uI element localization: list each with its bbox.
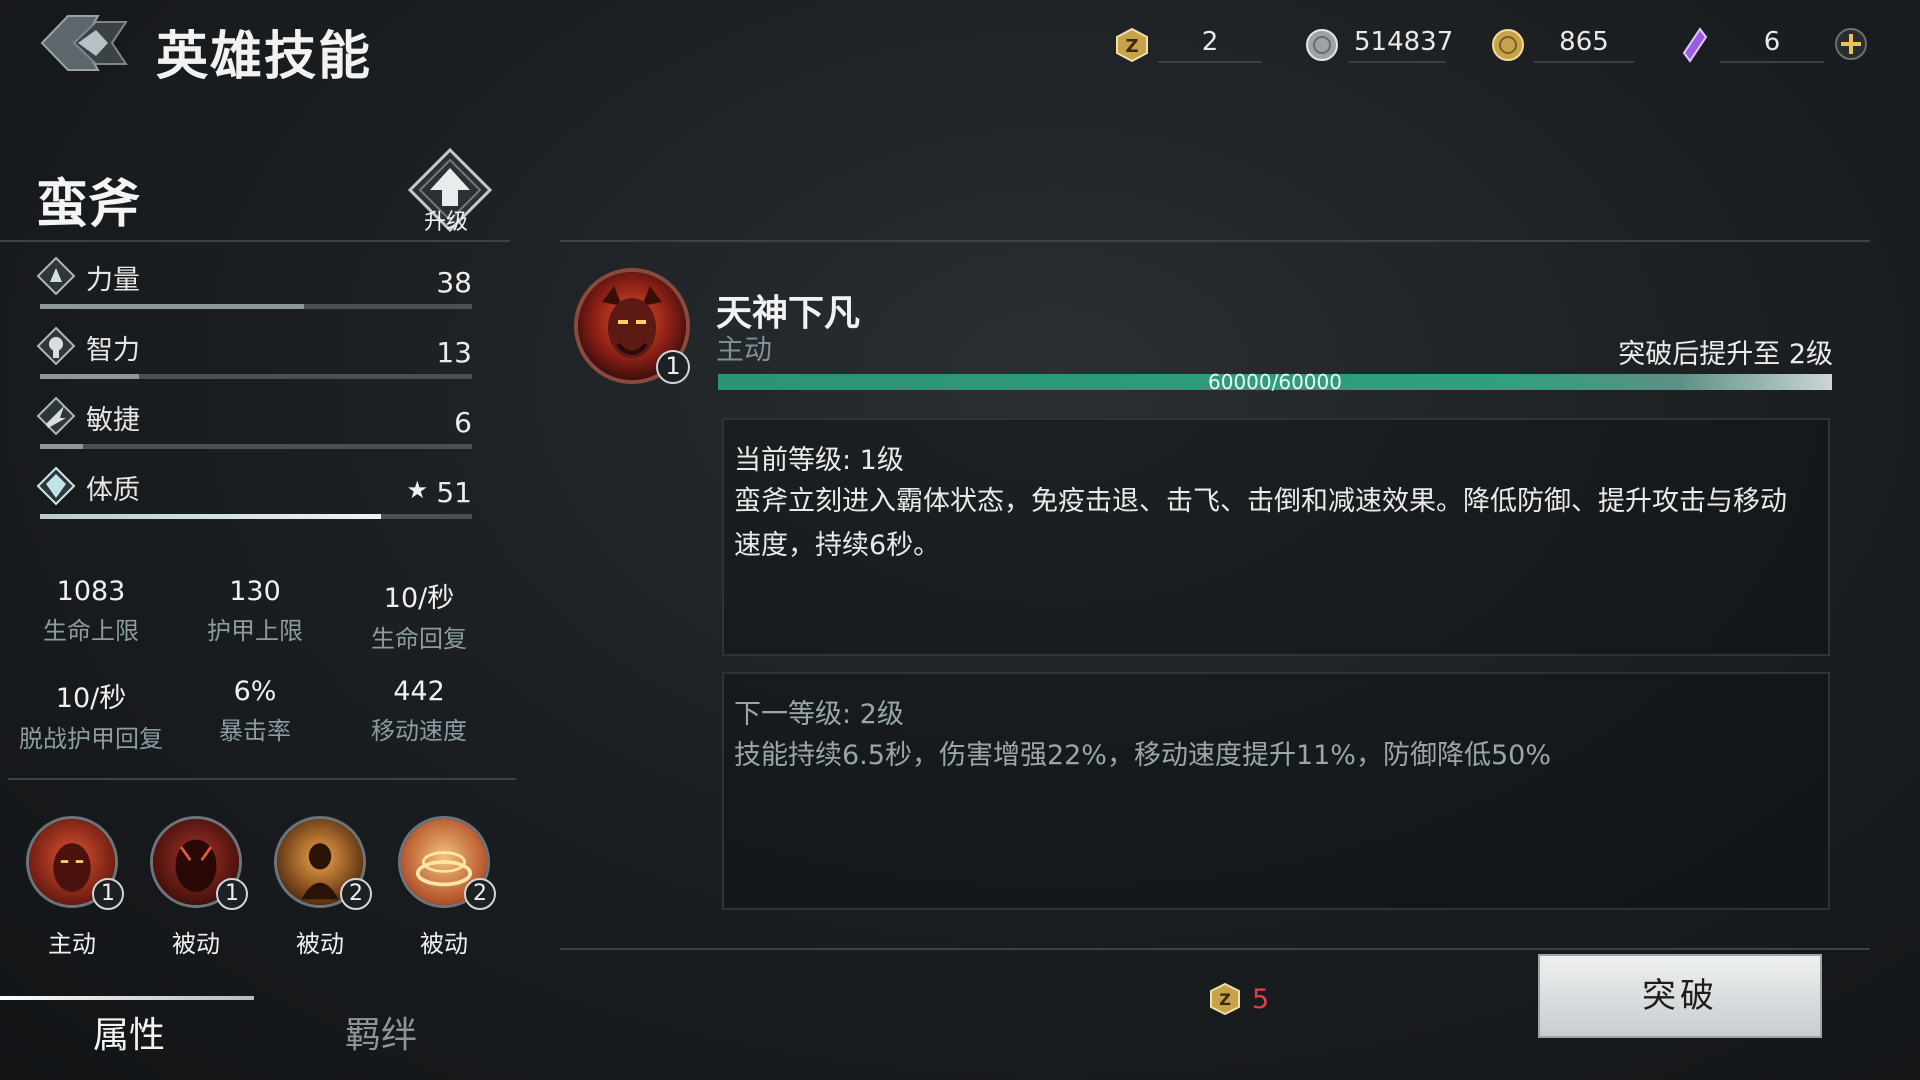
constitution-icon [36, 466, 76, 506]
stat-name: 力量 [86, 265, 140, 296]
stat-row: 力量 38 [36, 252, 472, 312]
attribute-value: 10/秒 [383, 583, 455, 614]
stat-bar-fill [40, 374, 140, 379]
breakthrough-button[interactable]: 突破 [1538, 954, 1822, 1038]
tab-bonds[interactable]: 羁绊 [256, 1006, 506, 1058]
skill-level-badge: 1 [656, 350, 690, 384]
stat-row: 体质 ★ 51 [36, 462, 472, 522]
stat-value: 51 [436, 476, 472, 509]
purple-crystal-icon [1676, 27, 1712, 63]
stat-bar-fill [40, 304, 304, 309]
next-level-panel: 下一等级: 2级 技能持续6.5秒，伤害增强22%，移动速度提升11%，防御降低… [722, 672, 1830, 910]
stat-value: 38 [436, 266, 472, 299]
add-currency-button[interactable] [1834, 27, 1868, 61]
skill-slot[interactable]: 2 被动 [394, 816, 496, 958]
hero-name: 蛮斧 [36, 175, 141, 235]
z-token-icon: Z [1114, 27, 1150, 63]
attribute-value: 10/秒 [55, 683, 127, 714]
upgrade-label: 升级 [424, 210, 469, 235]
promote-hint: 突破后提升至 2级 [1618, 339, 1833, 370]
intelligence-icon [36, 326, 76, 366]
skill-level-badge: 1 [92, 878, 124, 910]
skill-type-label: 被动 [420, 930, 468, 958]
stat-value: 6 [454, 406, 472, 439]
currency-value: 865 [1534, 27, 1634, 63]
attribute-item: 130 护甲上限 [180, 576, 330, 646]
stat-bar [40, 304, 472, 309]
divider [8, 778, 516, 780]
svg-text:Z: Z [1219, 990, 1231, 1009]
currency-z-token: Z 2 [1114, 24, 1262, 66]
strength-icon [36, 256, 76, 296]
skill-type-label: 被动 [172, 930, 220, 958]
current-level-header: 当前等级: 1级 [734, 445, 904, 476]
attribute-item: 442 移动速度 [344, 676, 494, 746]
breakthrough-cost: 5 [1252, 984, 1270, 1015]
attribute-value: 6% [233, 676, 277, 707]
skill-level-badge: 2 [340, 878, 372, 910]
stat-name: 智力 [86, 335, 140, 366]
svg-text:Z: Z [1125, 36, 1138, 57]
star-icon: ★ [406, 476, 428, 504]
agility-icon [36, 396, 76, 436]
skill-type: 主动 [716, 333, 773, 366]
currency-gold: 865 [1490, 24, 1634, 66]
skill-slot[interactable]: 1 主动 [22, 816, 124, 958]
stat-bar [40, 444, 472, 449]
tab-active-indicator [0, 996, 254, 1000]
z-token-icon: Z [1208, 982, 1242, 1016]
gold-coin-icon [1490, 27, 1526, 63]
stat-bar-fill [40, 444, 84, 449]
tab-attributes[interactable]: 属性 [4, 1006, 254, 1058]
skill-exp-text: 60000/60000 [1208, 370, 1342, 394]
stat-name: 体质 [86, 475, 140, 506]
attribute-label: 生命回复 [371, 625, 467, 653]
skill-type-label: 主动 [48, 930, 96, 958]
skill-level-badge: 2 [464, 878, 496, 910]
stat-bar [40, 374, 472, 379]
page-title: 英雄技能 [156, 27, 373, 87]
attribute-label: 生命上限 [43, 617, 139, 645]
next-level-description: 技能持续6.5秒，伤害增强22%，移动速度提升11%，防御降低50% [734, 740, 1551, 771]
attribute-label: 暴击率 [219, 717, 291, 745]
stat-row: 智力 13 [36, 322, 472, 382]
attribute-item: 10/秒生命回复 [344, 576, 494, 654]
stat-row: 敏捷 6 [36, 392, 472, 452]
attribute-label: 护甲上限 [207, 617, 303, 645]
attribute-item: 6% 暴击率 [180, 676, 330, 746]
attribute-item: 1083 生命上限 [16, 576, 166, 646]
attribute-label: 移动速度 [371, 717, 467, 745]
current-level-description: 蛮斧立刻进入霸体状态，免疫击退、击飞、击倒和减速效果。降低防御、提升攻击与移动速… [734, 486, 1787, 561]
current-level-panel: 当前等级: 1级 蛮斧立刻进入霸体状态，免疫击退、击飞、击倒和减速效果。降低防御… [722, 418, 1830, 656]
skill-type-label: 被动 [296, 930, 344, 958]
currency-value: 6 [1720, 27, 1824, 63]
skill-slot[interactable]: 2 被动 [270, 816, 372, 958]
stat-value: 13 [436, 336, 472, 369]
attribute-value: 130 [229, 576, 281, 607]
back-icon[interactable] [38, 10, 134, 76]
next-level-header: 下一等级: 2级 [734, 699, 904, 730]
divider [560, 948, 1870, 950]
stat-bar [40, 514, 472, 519]
attribute-label: 脱战护甲回复 [19, 725, 163, 753]
attribute-value: 1083 [56, 576, 126, 607]
currency-value: 514837 [1348, 27, 1453, 63]
attribute-item: 10/秒脱战护甲回复 [16, 676, 166, 754]
stat-name: 敏捷 [86, 405, 140, 436]
currency-value: 2 [1158, 27, 1262, 63]
divider [560, 240, 1870, 242]
divider [0, 240, 510, 242]
stat-bar-fill [40, 514, 382, 519]
skill-level-badge: 1 [216, 878, 248, 910]
attribute-value: 442 [393, 676, 445, 707]
currency-silver: 514837 [1304, 24, 1453, 66]
currency-crystal: 6 [1676, 24, 1824, 66]
skill-slot[interactable]: 1 被动 [146, 816, 248, 958]
silver-coin-icon [1304, 27, 1340, 63]
